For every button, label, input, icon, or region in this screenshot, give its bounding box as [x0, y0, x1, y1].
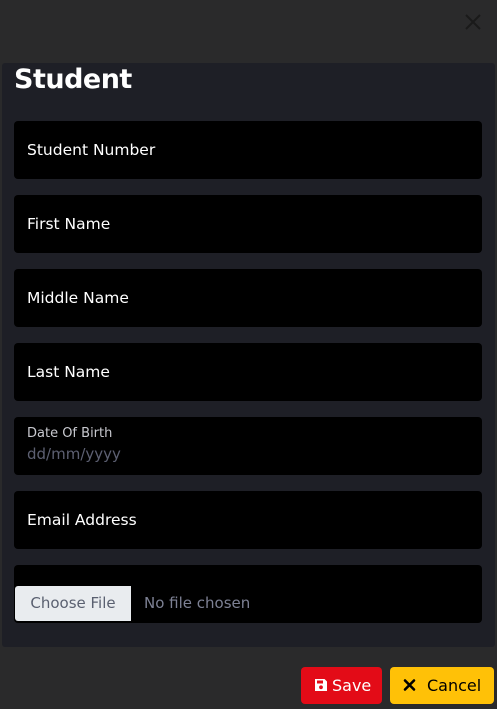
last-name-label: Last Name	[27, 363, 110, 381]
save-button[interactable]: Save	[301, 667, 382, 704]
save-label: Save	[332, 676, 372, 695]
first-name-label: First Name	[27, 215, 111, 233]
date-of-birth-label: Date Of Birth	[27, 426, 113, 441]
last-name-field[interactable]: Last Name	[14, 343, 482, 401]
file-input-field: Choose File No file chosen	[14, 565, 482, 623]
close-button[interactable]	[463, 12, 483, 32]
modal-title: Student	[14, 64, 132, 95]
form-panel: Student Student Number First Name Middle…	[2, 63, 495, 647]
email-address-field[interactable]: Email Address	[14, 491, 482, 549]
choose-file-button[interactable]: Choose File	[15, 586, 131, 621]
email-address-label: Email Address	[27, 511, 137, 529]
cancel-button[interactable]: Cancel	[390, 667, 494, 704]
student-number-field[interactable]: Student Number	[14, 121, 482, 179]
cancel-label: Cancel	[427, 676, 482, 695]
first-name-field[interactable]: First Name	[14, 195, 482, 253]
middle-name-field[interactable]: Middle Name	[14, 269, 482, 327]
file-status-text: No file chosen	[144, 594, 251, 612]
close-icon	[465, 14, 481, 30]
floppy-disk-icon	[315, 679, 327, 691]
middle-name-label: Middle Name	[27, 289, 129, 307]
student-number-label: Student Number	[27, 141, 156, 159]
date-of-birth-field[interactable]: Date Of Birth dd/mm/yyyy	[14, 417, 482, 475]
x-icon	[403, 679, 416, 691]
date-of-birth-placeholder: dd/mm/yyyy	[27, 445, 121, 463]
student-modal: Student Student Number First Name Middle…	[0, 0, 497, 709]
